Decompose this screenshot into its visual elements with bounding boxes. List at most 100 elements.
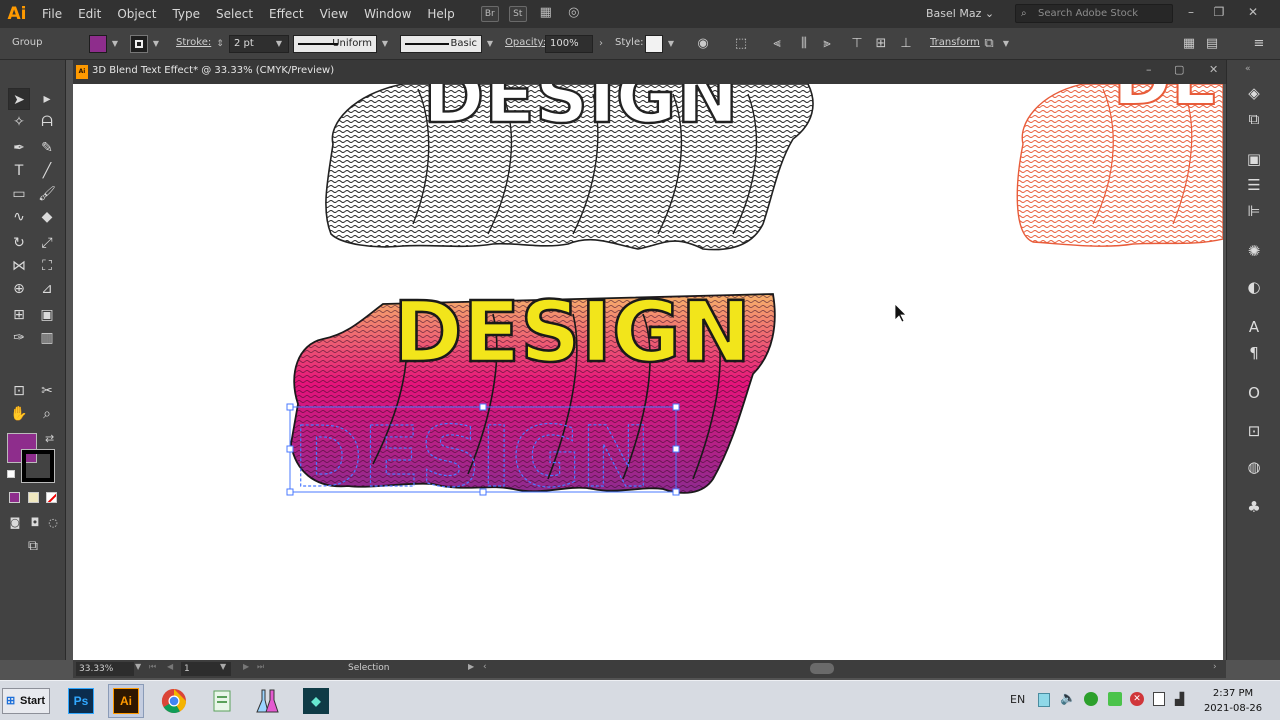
handle-top-right[interactable]: [672, 403, 680, 411]
blend-colored-3d[interactable]: DESIGN DESIGN: [290, 282, 776, 507]
scroll-right-icon[interactable]: ›: [1213, 662, 1217, 672]
handle-middle-right[interactable]: [672, 445, 680, 453]
user-account[interactable]: Basel Maz ⌄: [926, 0, 994, 28]
tray-signal-icon[interactable]: ▟: [1175, 692, 1184, 706]
slice-tool-icon[interactable]: ✂: [36, 380, 58, 402]
transform-link[interactable]: Transform: [930, 37, 980, 48]
export-asset-icon[interactable]: ⊡: [1243, 420, 1265, 442]
document-tab-title[interactable]: 3D Blend Text Effect* @ 33.33% (CMYK/Pre…: [92, 65, 334, 76]
arrange-panels-icon[interactable]: ▤: [1203, 35, 1221, 53]
recolor-artwork-icon[interactable]: ◉: [694, 35, 712, 53]
fill-swatch[interactable]: [89, 35, 107, 53]
grid-view-icon[interactable]: ▦: [1180, 35, 1198, 53]
free-transform-tool-icon[interactable]: ⛶: [36, 255, 58, 277]
last-artboard-icon[interactable]: ⏭: [257, 662, 264, 672]
taskbar-app-chrome[interactable]: [156, 684, 192, 718]
screen-mode-icon[interactable]: ⧉: [22, 535, 44, 557]
artboard-tool-icon[interactable]: ⊡: [8, 380, 30, 402]
chevron-down-icon[interactable]: ▼: [135, 662, 141, 671]
bridge-icon[interactable]: Br: [480, 6, 499, 22]
layers-icon[interactable]: ◈: [1243, 82, 1265, 104]
language-indicator[interactable]: EN: [1010, 693, 1025, 706]
menu-select[interactable]: Select: [208, 0, 261, 28]
transform-panel-icon[interactable]: ⊫: [1243, 200, 1265, 222]
swap-colors-icon[interactable]: ⇄: [45, 432, 54, 445]
taskbar-app-illustrator[interactable]: Ai: [108, 684, 144, 718]
menu-file[interactable]: File: [34, 0, 70, 28]
horizontal-scrollbar-thumb[interactable]: [810, 663, 834, 674]
doc-minimize-icon[interactable]: –: [1146, 63, 1152, 76]
blend-outline-orange[interactable]: DE: [1016, 84, 1223, 247]
artboard-canvas[interactable]: DESIGN DE DESIGN DESIGN: [73, 84, 1223, 660]
tray-alert-icon[interactable]: ✕: [1130, 692, 1144, 706]
default-colors-icon[interactable]: [7, 470, 15, 478]
curvature-tool-icon[interactable]: ✎: [36, 137, 58, 159]
brush-definition[interactable]: Basic: [400, 35, 482, 53]
opacity-field[interactable]: 100%: [545, 35, 593, 53]
shape-builder-tool-icon[interactable]: ⊕: [8, 278, 30, 300]
chevron-down-icon[interactable]: ▼: [1000, 36, 1012, 52]
search-stock-input[interactable]: ⌕ Search Adobe Stock: [1015, 4, 1173, 23]
taskbar-app-files[interactable]: [204, 684, 240, 718]
scale-tool-icon[interactable]: ⤢: [36, 232, 58, 254]
hand-tool-icon[interactable]: ✋: [8, 403, 30, 425]
opentype-icon[interactable]: O: [1243, 382, 1265, 404]
line-tool-icon[interactable]: ╱: [36, 160, 58, 182]
taskbar-app-filmora[interactable]: ◆: [298, 684, 334, 718]
collapse-panels-icon[interactable]: «: [1245, 64, 1251, 74]
previous-artboard-icon[interactable]: ◀: [167, 662, 173, 671]
handle-top-center[interactable]: [479, 403, 487, 411]
handle-bottom-right[interactable]: [672, 488, 680, 496]
scroll-left-icon[interactable]: ‹: [483, 662, 487, 672]
chevron-down-icon[interactable]: ▼: [273, 36, 285, 52]
stroke-swatch[interactable]: [130, 35, 148, 53]
gradient-mode-icon[interactable]: [28, 492, 39, 503]
magic-wand-tool-icon[interactable]: ✧: [8, 111, 30, 133]
chevron-right-icon[interactable]: ›: [595, 36, 607, 52]
taskbar-app-photoshop[interactable]: Ps: [63, 684, 99, 718]
gpu-performance-icon[interactable]: ◎: [565, 6, 583, 22]
menu-window[interactable]: Window: [356, 0, 419, 28]
pathfinder-icon[interactable]: ▣: [1243, 148, 1265, 170]
paragraph-icon[interactable]: ¶: [1243, 342, 1265, 364]
draw-normal-icon[interactable]: ◙: [4, 512, 26, 534]
handle-bottom-center[interactable]: [479, 488, 487, 496]
chevron-down-icon[interactable]: ▼: [379, 36, 391, 52]
handle-top-left[interactable]: [286, 403, 294, 411]
chevron-down-icon[interactable]: ▼: [665, 36, 677, 52]
handle-bottom-left[interactable]: [286, 488, 294, 496]
stock-icon[interactable]: St: [508, 6, 527, 22]
menu-type[interactable]: Type: [164, 0, 208, 28]
align-top-icon[interactable]: ⊤: [848, 35, 866, 53]
variable-width-profile[interactable]: Uniform: [293, 35, 377, 53]
graphic-style-swatch[interactable]: [645, 35, 663, 53]
rectangle-tool-icon[interactable]: ▭: [8, 183, 30, 205]
type-tool-icon[interactable]: T: [8, 160, 30, 182]
chevron-down-icon[interactable]: ▼: [220, 662, 226, 671]
align-left-icon[interactable]: ⫷: [768, 35, 786, 53]
tray-security-icon[interactable]: [1084, 692, 1098, 706]
perspective-grid-tool-icon[interactable]: ⊿: [36, 278, 58, 300]
artboards-icon[interactable]: ⧉: [1243, 108, 1265, 130]
align-panel-icon[interactable]: ☰: [1243, 174, 1265, 196]
color-mode-icon[interactable]: [9, 492, 20, 503]
taskbar-app-lab[interactable]: [250, 684, 286, 718]
rotate-tool-icon[interactable]: ↻: [8, 232, 30, 254]
tray-usb-icon[interactable]: [1153, 692, 1165, 706]
first-artboard-icon[interactable]: ⏮: [149, 662, 156, 672]
menu-help[interactable]: Help: [419, 0, 462, 28]
chevron-down-icon[interactable]: ▼: [150, 36, 162, 52]
menu-view[interactable]: View: [312, 0, 356, 28]
align-to-icon[interactable]: ⬚: [732, 35, 750, 53]
eyedropper-tool-icon[interactable]: ✑: [8, 327, 30, 349]
panel-menu-icon[interactable]: ≡: [1250, 35, 1268, 53]
close-button[interactable]: ✕: [1240, 2, 1266, 22]
menu-edit[interactable]: Edit: [70, 0, 109, 28]
direct-selection-tool-icon[interactable]: ▸: [36, 88, 58, 110]
none-mode-icon[interactable]: [46, 492, 57, 503]
restore-button[interactable]: ❐: [1206, 2, 1232, 22]
appearance-icon[interactable]: ✺: [1243, 240, 1265, 262]
pen-tool-icon[interactable]: ✒: [8, 137, 30, 159]
align-bottom-icon[interactable]: ⊥: [897, 35, 915, 53]
width-tool-icon[interactable]: ⋈: [8, 255, 30, 277]
